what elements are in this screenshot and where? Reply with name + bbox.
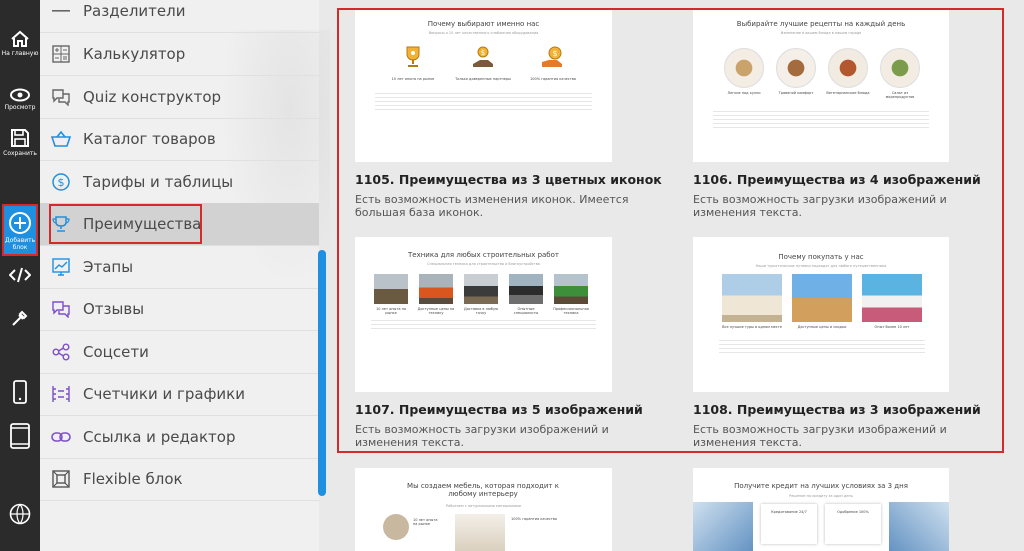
quiz-icon bbox=[51, 87, 71, 107]
share-icon bbox=[51, 342, 71, 362]
category-quiz[interactable]: Quiz конструктор bbox=[40, 76, 319, 119]
tablet-view-button[interactable] bbox=[0, 423, 40, 449]
building-image bbox=[889, 502, 949, 551]
floppy-icon bbox=[11, 129, 29, 147]
building-image bbox=[693, 502, 753, 551]
add-block-label: Добавить блок bbox=[5, 237, 36, 251]
active-category-highlight bbox=[49, 204, 202, 244]
category-link-editor[interactable]: Ссылка и редактор bbox=[40, 416, 319, 459]
category-calculator[interactable]: Калькулятор bbox=[40, 33, 319, 76]
thumb-feature-title: 100% гарантия качества bbox=[511, 517, 557, 521]
counter-icon bbox=[51, 384, 71, 404]
tablet-icon bbox=[10, 423, 30, 449]
dollar-icon: $ bbox=[51, 172, 71, 192]
thumb-heading: Получите кредит на лучших условиях за 3 … bbox=[734, 482, 908, 490]
svg-text:$: $ bbox=[58, 176, 65, 189]
block-list-scrollbar[interactable] bbox=[318, 250, 326, 496]
plus-circle-icon bbox=[9, 212, 31, 234]
category-social[interactable]: Соцсети bbox=[40, 331, 319, 374]
card-thumbnail-furniture[interactable]: Мы создаем мебель, которая подходит к лю… bbox=[355, 468, 612, 551]
eyedropper-icon bbox=[12, 310, 28, 326]
category-label: Этапы bbox=[83, 257, 134, 276]
thumb-feature: 100% гарантия качества bbox=[511, 514, 581, 521]
comments-icon bbox=[51, 299, 71, 319]
category-label: Счетчики и графики bbox=[83, 384, 245, 403]
thumb-subtitle: Решение по кредиту за один день bbox=[789, 494, 853, 498]
basket-icon bbox=[51, 129, 71, 149]
card-thumbnail-credit[interactable]: Получите кредит на лучших условиях за 3 … bbox=[693, 468, 949, 551]
home-label: На главную bbox=[1, 50, 39, 57]
category-flexible[interactable]: Flexible блок bbox=[40, 458, 319, 501]
thumb-feature-title: Кредитование 24/7 bbox=[771, 510, 807, 514]
add-block-button[interactable]: Добавить блок bbox=[2, 204, 38, 256]
home-button[interactable]: На главную bbox=[0, 30, 40, 57]
category-label: Каталог товаров bbox=[83, 129, 216, 148]
selected-blocks-highlight bbox=[337, 8, 1004, 453]
category-catalog[interactable]: Каталог товаров bbox=[40, 118, 319, 161]
category-tariffs[interactable]: $ Тарифы и таблицы bbox=[40, 161, 319, 204]
category-counters[interactable]: Счетчики и графики bbox=[40, 373, 319, 416]
credit-card-box: Одобрение 100% bbox=[825, 504, 881, 544]
block-category-list: Разделители Калькулятор Quiz конструктор… bbox=[40, 0, 360, 551]
credit-card-box: Кредитование 24/7 bbox=[761, 504, 817, 544]
category-label: Quiz конструктор bbox=[83, 87, 222, 106]
preview-button[interactable]: Просмотр bbox=[0, 88, 40, 111]
furniture-image bbox=[383, 514, 409, 540]
left-toolbar: На главную Просмотр Сохранить Добавить б… bbox=[0, 0, 40, 551]
globe-www-icon bbox=[9, 503, 31, 525]
category-label: Разделители bbox=[83, 1, 186, 20]
calculator-icon bbox=[51, 44, 71, 64]
thumb-feature: 10 лет опыта на рынке bbox=[383, 514, 443, 540]
thumb-heading: Мы создаем мебель, которая подходит к лю… bbox=[407, 482, 559, 498]
chart-icon bbox=[51, 257, 71, 277]
category-label: Отзывы bbox=[83, 299, 145, 318]
thumb-feature-title: Одобрение 100% bbox=[837, 510, 869, 514]
thumb-subtitle: Работаем с натуральными материалами bbox=[446, 504, 521, 508]
phone-icon bbox=[13, 380, 27, 404]
category-label: Калькулятор bbox=[83, 44, 186, 63]
flexible-icon bbox=[51, 469, 71, 489]
domain-button[interactable] bbox=[0, 503, 40, 525]
category-label: Тарифы и таблицы bbox=[83, 172, 234, 191]
eyedropper-button[interactable] bbox=[0, 308, 40, 328]
category-reviews[interactable]: Отзывы bbox=[40, 288, 319, 331]
save-button[interactable]: Сохранить bbox=[0, 128, 40, 157]
category-dividers[interactable]: Разделители bbox=[40, 0, 319, 33]
category-more[interactable] bbox=[40, 500, 319, 543]
category-label: Ссылка и редактор bbox=[83, 427, 236, 446]
save-label: Сохранить bbox=[3, 150, 37, 157]
mobile-view-button[interactable] bbox=[0, 380, 40, 404]
code-icon bbox=[9, 267, 31, 283]
category-stages[interactable]: Этапы bbox=[40, 246, 319, 289]
link-icon bbox=[51, 427, 71, 447]
eye-icon bbox=[10, 88, 30, 102]
category-label: Flexible блок bbox=[83, 469, 183, 488]
category-label: Соцсети bbox=[83, 342, 149, 361]
code-button[interactable] bbox=[0, 266, 40, 284]
furniture-image bbox=[455, 514, 505, 551]
thumb-feature-title: 10 лет опыта на рынке bbox=[413, 518, 438, 526]
divider-icon bbox=[51, 1, 71, 21]
preview-label: Просмотр bbox=[4, 104, 36, 111]
home-icon bbox=[11, 30, 29, 47]
